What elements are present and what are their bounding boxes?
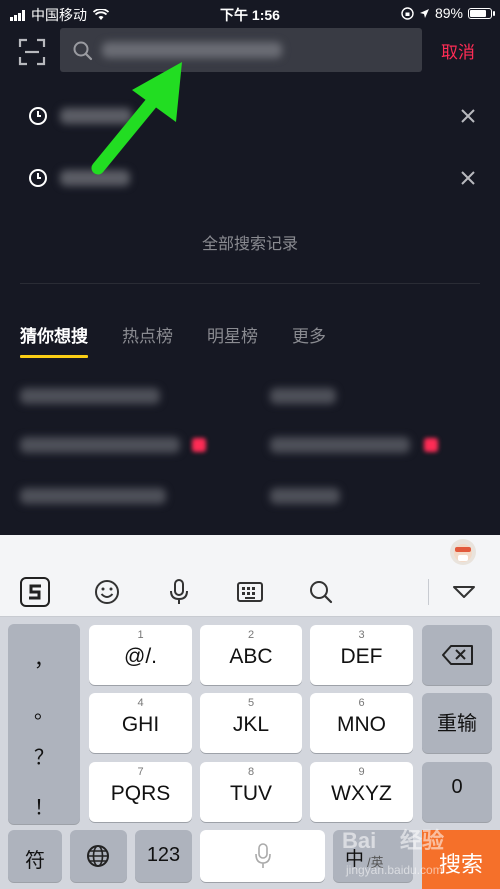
key-6[interactable]: 6 MNO xyxy=(310,693,413,753)
toolbar-divider xyxy=(428,579,429,605)
keyboard-search-button[interactable]: 搜索 xyxy=(422,830,500,889)
suggestion-item[interactable] xyxy=(270,437,410,453)
tab-more[interactable]: 更多 xyxy=(292,322,326,358)
key-0[interactable]: 0 xyxy=(422,762,492,822)
sogou-logo-icon[interactable] xyxy=(20,577,50,607)
search-icon[interactable] xyxy=(306,577,336,607)
divider xyxy=(20,283,480,284)
all-history-link[interactable]: 全部搜索记录 xyxy=(0,230,500,254)
hot-badge xyxy=(192,438,206,452)
backspace-icon xyxy=(442,645,473,665)
collapse-icon[interactable] xyxy=(449,577,479,607)
microphone-icon xyxy=(255,843,271,868)
suggestion-item[interactable] xyxy=(20,437,180,453)
hot-badge xyxy=(424,438,438,452)
search-history xyxy=(0,92,500,216)
key-exclamation[interactable]: ！ xyxy=(8,791,80,820)
tab-stars[interactable]: 明星榜 xyxy=(207,322,258,358)
key-5[interactable]: 5 JKL xyxy=(200,693,302,753)
history-item[interactable] xyxy=(0,92,500,154)
globe-icon xyxy=(87,845,109,867)
key-2[interactable]: 2 ABC xyxy=(200,625,302,685)
language-switch-key[interactable]: 中 /英 xyxy=(333,830,413,882)
key-7[interactable]: 7 PQRS xyxy=(89,762,192,822)
battery-percent: 89% xyxy=(434,5,463,21)
symbol-key[interactable]: 符 xyxy=(8,830,62,882)
keyboard-top-bar xyxy=(0,535,500,567)
cancel-button[interactable]: 取消 xyxy=(441,38,475,63)
close-icon[interactable] xyxy=(460,108,476,124)
tab-hot[interactable]: 热点榜 xyxy=(122,322,173,358)
suggestion-item[interactable] xyxy=(20,388,160,404)
battery-icon xyxy=(468,7,495,19)
search-header: 取消 xyxy=(0,28,500,74)
scan-icon[interactable] xyxy=(18,38,46,66)
key-comma[interactable]: ， xyxy=(8,643,80,672)
status-right: 89% xyxy=(401,5,495,21)
key-9[interactable]: 9 WXYZ xyxy=(310,762,413,822)
globe-key[interactable] xyxy=(70,830,127,882)
keyboard: ， 。 ？ ！ 1 @/. 2 ABC 3 DEF 4 GHI 5 JKL 6 … xyxy=(0,535,500,889)
arrow-annotation-icon xyxy=(91,62,182,175)
key-4[interactable]: 4 GHI xyxy=(89,693,192,753)
key-question[interactable]: ？ xyxy=(8,741,80,770)
emoji-icon[interactable] xyxy=(92,577,122,607)
suggestion-tabs: 猜你想搜 热点榜 明星榜 更多 xyxy=(20,322,360,358)
keyboard-icon[interactable] xyxy=(235,577,265,607)
tab-guess[interactable]: 猜你想搜 xyxy=(20,322,88,358)
clock-icon xyxy=(29,107,47,125)
reenter-key[interactable]: 重输 xyxy=(422,693,492,753)
microphone-icon[interactable] xyxy=(164,577,194,607)
backspace-key[interactable] xyxy=(422,625,492,685)
suggestion-item[interactable] xyxy=(270,388,336,404)
suggestion-item[interactable] xyxy=(270,488,340,504)
avatar[interactable] xyxy=(450,539,476,565)
clock-icon xyxy=(29,169,47,187)
key-1[interactable]: 1 @/. xyxy=(89,625,192,685)
number-key[interactable]: 123 xyxy=(135,830,192,882)
key-8[interactable]: 8 TUV xyxy=(200,762,302,822)
space-key[interactable] xyxy=(200,830,325,882)
location-icon xyxy=(419,8,429,18)
status-bar: 中国移动 下午 1:56 89% xyxy=(0,0,500,26)
close-icon[interactable] xyxy=(460,170,476,186)
key-3[interactable]: 3 DEF xyxy=(310,625,413,685)
suggestion-item[interactable] xyxy=(20,488,166,504)
keyboard-toolbar xyxy=(0,567,500,617)
history-item[interactable] xyxy=(0,154,500,216)
orientation-lock-icon xyxy=(401,6,414,20)
key-period[interactable]: 。 xyxy=(8,695,80,724)
